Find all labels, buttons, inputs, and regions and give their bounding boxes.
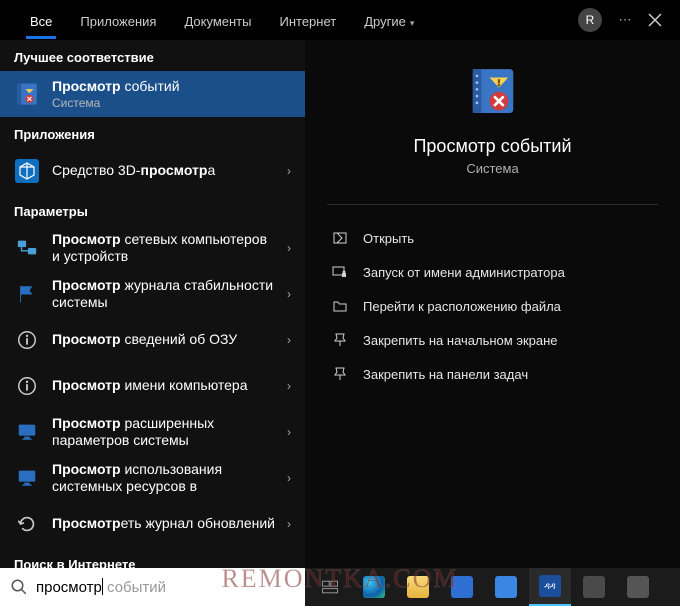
preview-actions: Открыть Запуск от имени администратора П… [305,217,680,395]
taskbar-app-2[interactable] [485,568,527,606]
section-web: Поиск в Интернете [0,547,305,568]
action-label: Закрепить на панели задач [363,367,528,382]
action-open[interactable]: Открыть [327,221,658,255]
section-best-match: Лучшее соответствие [0,40,305,71]
more-options-button[interactable]: ⋯ [610,5,640,35]
app-icon [627,576,649,598]
task-view-icon [320,577,340,597]
action-label: Закрепить на начальном экране [363,333,558,348]
refresh-icon [14,511,40,537]
flag-icon [14,281,40,307]
tab-more[interactable]: Другие▾ [350,4,428,37]
result-subtitle: Система [52,96,291,110]
admin-icon [331,263,349,281]
result-advanced-system[interactable]: Просмотр расширенных параметров системы … [0,409,305,455]
results-pane: Лучшее соответствие Просмотр событий Сис… [0,40,305,568]
search-icon [10,578,28,596]
tab-documents[interactable]: Документы [170,4,265,37]
tab-apps[interactable]: Приложения [66,4,170,37]
user-avatar[interactable]: R [578,8,602,32]
action-open-file-location[interactable]: Перейти к расположению файла [327,289,658,323]
result-title: Просмотр событий [52,78,291,96]
taskbar-explorer[interactable] [397,568,439,606]
close-icon [648,13,662,27]
taskbar-edge[interactable] [353,568,395,606]
result-title: Просмотр расширенных параметров системы [52,415,275,450]
edge-icon [363,576,385,598]
section-settings: Параметры [0,194,305,225]
pin-icon [331,331,349,349]
taskbar-task-view[interactable] [309,568,351,606]
result-title: Просмотр использования системных ресурсо… [52,461,275,496]
preview-subtitle: Система [466,161,518,176]
section-apps: Приложения [0,117,305,148]
result-update-history[interactable]: Просмотреть журнал обновлений › [0,501,305,547]
chevron-right-icon: › [287,287,291,301]
result-title: Средство 3D-просмотра [52,162,275,180]
app-icon [583,576,605,598]
result-3d-viewer[interactable]: Средство 3D-просмотра › [0,148,305,194]
action-label: Открыть [363,231,414,246]
result-reliability-history[interactable]: Просмотр журнала стабильности системы › [0,271,305,317]
monitor-icon [14,419,40,445]
result-title: Просмотр журнала стабильности системы [52,277,275,312]
taskbar: просмотр событий ዳዳ [0,568,680,606]
app-icon [495,576,517,598]
pin-icon [331,365,349,383]
close-button[interactable] [640,5,670,35]
search-tabs: Все Приложения Документы Интернет Другие… [0,0,680,40]
chevron-right-icon: › [287,425,291,439]
info-icon [14,327,40,353]
tab-all[interactable]: Все [16,4,66,37]
result-title: Просмотреть журнал обновлений [52,515,275,533]
chevron-right-icon: › [287,333,291,347]
preview-title: Просмотр событий [413,136,571,157]
search-input[interactable]: просмотр событий [36,578,295,596]
action-run-as-admin[interactable]: Запуск от имени администратора [327,255,658,289]
chevron-right-icon: › [287,241,291,255]
taskbar-search[interactable]: просмотр событий [0,568,305,606]
action-pin-taskbar[interactable]: Закрепить на панели задач [327,357,658,391]
taskbar-app-1[interactable] [441,568,483,606]
result-ram-info[interactable]: Просмотр сведений об ОЗУ › [0,317,305,363]
divider [327,204,658,205]
app-icon [451,576,473,598]
folder-icon [407,576,429,598]
chevron-down-icon: ▾ [410,18,415,28]
result-title: Просмотр имени компьютера [52,377,275,395]
action-label: Перейти к расположению файла [363,299,561,314]
folder-icon [331,297,349,315]
tab-internet[interactable]: Интернет [265,4,350,37]
result-computer-name[interactable]: Просмотр имени компьютера › [0,363,305,409]
chevron-right-icon: › [287,471,291,485]
event-viewer-large-icon [466,64,520,118]
result-title: Просмотр сетевых компьютеров и устройств [52,231,275,266]
result-resource-usage[interactable]: Просмотр использования системных ресурсо… [0,455,305,501]
result-title: Просмотр сведений об ОЗУ [52,331,275,349]
taskbar-app-3[interactable]: ዳዳ [529,568,571,606]
open-icon [331,229,349,247]
taskbar-app-4[interactable] [573,568,615,606]
preview-pane: Просмотр событий Система Открыть Запуск … [305,40,680,568]
chevron-right-icon: › [287,517,291,531]
chevron-right-icon: › [287,164,291,178]
taskbar-app-5[interactable] [617,568,659,606]
chevron-right-icon: › [287,379,291,393]
result-network-computers[interactable]: Просмотр сетевых компьютеров и устройств… [0,225,305,271]
info-icon [14,373,40,399]
result-event-viewer[interactable]: Просмотр событий Система [0,71,305,117]
monitor-icon [14,465,40,491]
network-icon [14,235,40,261]
action-pin-start[interactable]: Закрепить на начальном экране [327,323,658,357]
search-main: Лучшее соответствие Просмотр событий Сис… [0,40,680,568]
app-icon: ዳዳ [539,575,561,597]
action-label: Запуск от имени администратора [363,265,565,280]
cube-icon [14,158,40,184]
event-viewer-icon [14,81,40,107]
